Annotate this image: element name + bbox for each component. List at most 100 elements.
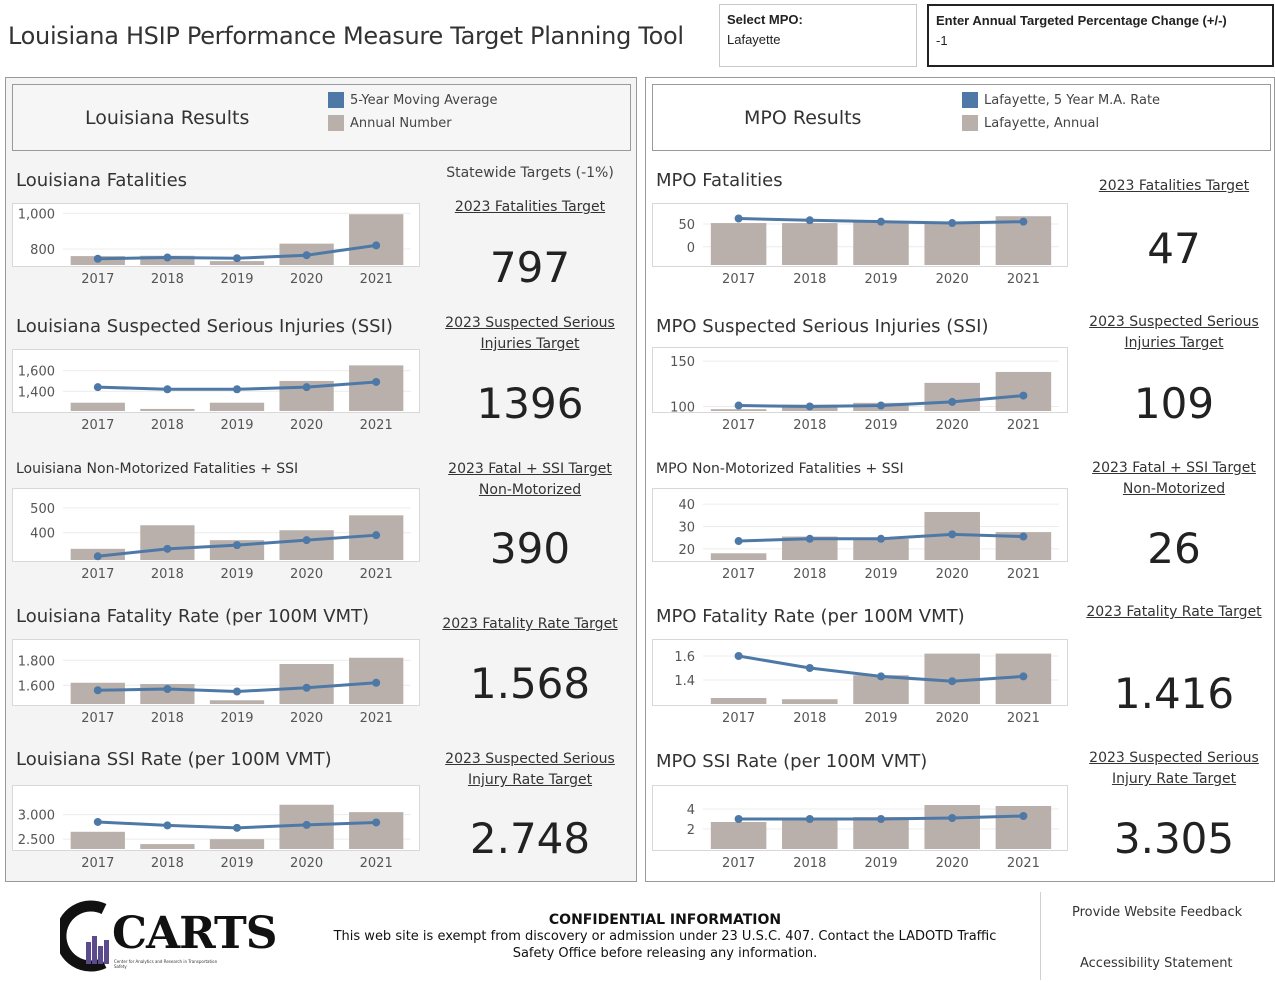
- y-tick-label: 800: [30, 243, 55, 258]
- legend-label: Lafayette, Annual: [984, 115, 1100, 131]
- chart-svg: 0 50 2017 2018 2019 2020 2021: [678, 214, 1059, 287]
- chart-svg: 1,400 1,600 2017 2018 2019 2020 2021: [18, 365, 411, 433]
- y-tick-label: 2: [687, 823, 695, 838]
- confidential-notice: CONFIDENTIAL INFORMATION This web site i…: [300, 912, 1030, 962]
- line-point: [233, 385, 241, 394]
- bar: [924, 223, 980, 265]
- chart-mpo-ssi-rate: 2 4 2017 2018 2019 2020 2021: [652, 785, 1068, 871]
- x-tick-label: 2019: [220, 567, 253, 582]
- x-tick-label: 2020: [290, 272, 323, 287]
- bar: [710, 822, 767, 849]
- line-point: [93, 383, 102, 392]
- x-tick-label: 2019: [220, 272, 253, 287]
- percentage-change-input[interactable]: Enter Annual Targeted Percentage Change …: [927, 4, 1274, 67]
- y-tick-label: 30: [678, 521, 695, 536]
- line-point: [948, 219, 957, 228]
- x-tick-label: 2019: [864, 856, 897, 871]
- legend-item-annual: Annual Number: [328, 115, 452, 131]
- line-point: [734, 652, 743, 660]
- target-value: 390: [489, 524, 571, 573]
- section-title: MPO Fatalities: [656, 170, 783, 191]
- x-tick-label: 2021: [1007, 272, 1040, 287]
- y-tick-label: 100: [670, 400, 695, 415]
- line-point: [93, 817, 102, 826]
- line-point: [805, 664, 814, 672]
- line-point: [948, 814, 957, 822]
- confidential-line: This web site is exempt from discovery o…: [333, 929, 997, 944]
- line-point: [877, 815, 885, 823]
- target-value: 1.416: [1113, 669, 1235, 718]
- legend-item-mpo-moving-average: Lafayette, 5 Year M.A. Rate: [962, 92, 1160, 108]
- line-point: [233, 541, 241, 550]
- mpo-select-value[interactable]: Lafayette: [727, 32, 781, 47]
- line-point: [372, 678, 381, 687]
- line-point: [948, 530, 957, 539]
- mpo-select-label: Select MPO:: [727, 12, 803, 27]
- section-title: Louisiana Suspected Serious Injuries (SS…: [16, 316, 393, 337]
- section-title: MPO Fatality Rate (per 100M VMT): [656, 606, 965, 627]
- accessibility-link[interactable]: Accessibility Statement: [1080, 956, 1233, 971]
- line-point: [1019, 812, 1028, 820]
- line-point: [163, 385, 172, 394]
- x-tick-label: 2020: [936, 567, 969, 582]
- x-tick-label: 2017: [81, 272, 114, 287]
- x-tick-label: 2019: [220, 856, 253, 871]
- legend-swatch-line: [328, 92, 344, 108]
- target-label: 2023 Fatality Rate Target: [1086, 604, 1262, 620]
- x-tick-label: 2017: [722, 418, 755, 433]
- target-label: 2023 Fatalities Target: [454, 199, 606, 215]
- section-title: Louisiana Fatalities: [16, 170, 188, 191]
- line-point: [302, 251, 311, 260]
- feedback-link[interactable]: Provide Website Feedback: [1072, 905, 1242, 920]
- logo-bar: [104, 940, 109, 964]
- x-tick-label: 2020: [936, 272, 969, 287]
- target-value: 3.305: [1113, 814, 1235, 863]
- line-point: [233, 823, 241, 832]
- line-point: [734, 815, 743, 823]
- line-point: [163, 685, 172, 693]
- y-tick-label: 1,400: [18, 385, 55, 400]
- bar: [140, 525, 195, 560]
- line-point: [877, 534, 885, 543]
- y-tick-label: 2.500: [18, 833, 55, 848]
- bar: [349, 812, 404, 849]
- line-point: [877, 401, 885, 410]
- x-tick-label: 2020: [290, 711, 323, 726]
- mpo-select[interactable]: Select MPO: Lafayette: [719, 4, 917, 67]
- chart-mpo-non-motorized: 20 30 40 2017 2018 2019 2020 2021: [652, 488, 1068, 582]
- y-tick-label: 4: [687, 803, 695, 818]
- x-tick-label: 2018: [151, 711, 184, 726]
- legend-label: Annual Number: [350, 115, 452, 131]
- line-point: [93, 552, 102, 561]
- logo-bar: [86, 942, 91, 964]
- x-tick-label: 2017: [81, 418, 114, 433]
- chart-svg: 400 500 2017 2018 2019 2020 2021: [30, 502, 411, 582]
- line-point: [302, 383, 311, 392]
- x-tick-label: 2021: [1007, 711, 1040, 726]
- line-point: [93, 686, 102, 695]
- x-tick-label: 2021: [360, 272, 393, 287]
- line-point: [1019, 217, 1028, 226]
- y-tick-label: 40: [678, 498, 695, 513]
- x-tick-label: 2019: [864, 567, 897, 582]
- y-tick-label: 3.000: [18, 809, 55, 824]
- logo-wordmark: CARTS: [112, 908, 277, 959]
- x-tick-label: 2020: [290, 418, 323, 433]
- bar: [349, 365, 404, 411]
- line-point: [948, 397, 957, 406]
- carts-logo: CARTS Center for Analytics and Research …: [55, 900, 277, 972]
- percentage-change-value[interactable]: -1: [936, 33, 948, 48]
- target-label: 2023 Suspected Serious Injuries Target: [1089, 314, 1259, 351]
- x-tick-label: 2018: [151, 856, 184, 871]
- mpo-results-title: MPO Results: [744, 107, 862, 129]
- statewide-targets-heading: Statewide Targets (-1%): [446, 165, 614, 181]
- x-tick-label: 2020: [936, 418, 969, 433]
- target-label: 2023 Fatalities Target: [1098, 178, 1250, 194]
- line-point: [372, 241, 381, 250]
- chart-svg: 2 4 2017 2018 2019 2020 2021: [687, 803, 1059, 871]
- line-point: [805, 815, 814, 823]
- x-tick-label: 2018: [793, 418, 826, 433]
- chart-mpo-fatality-rate: 1.4 1.6 2017 2018 2019 2020 2021: [652, 639, 1068, 726]
- bar: [782, 699, 838, 704]
- x-tick-label: 2017: [722, 567, 755, 582]
